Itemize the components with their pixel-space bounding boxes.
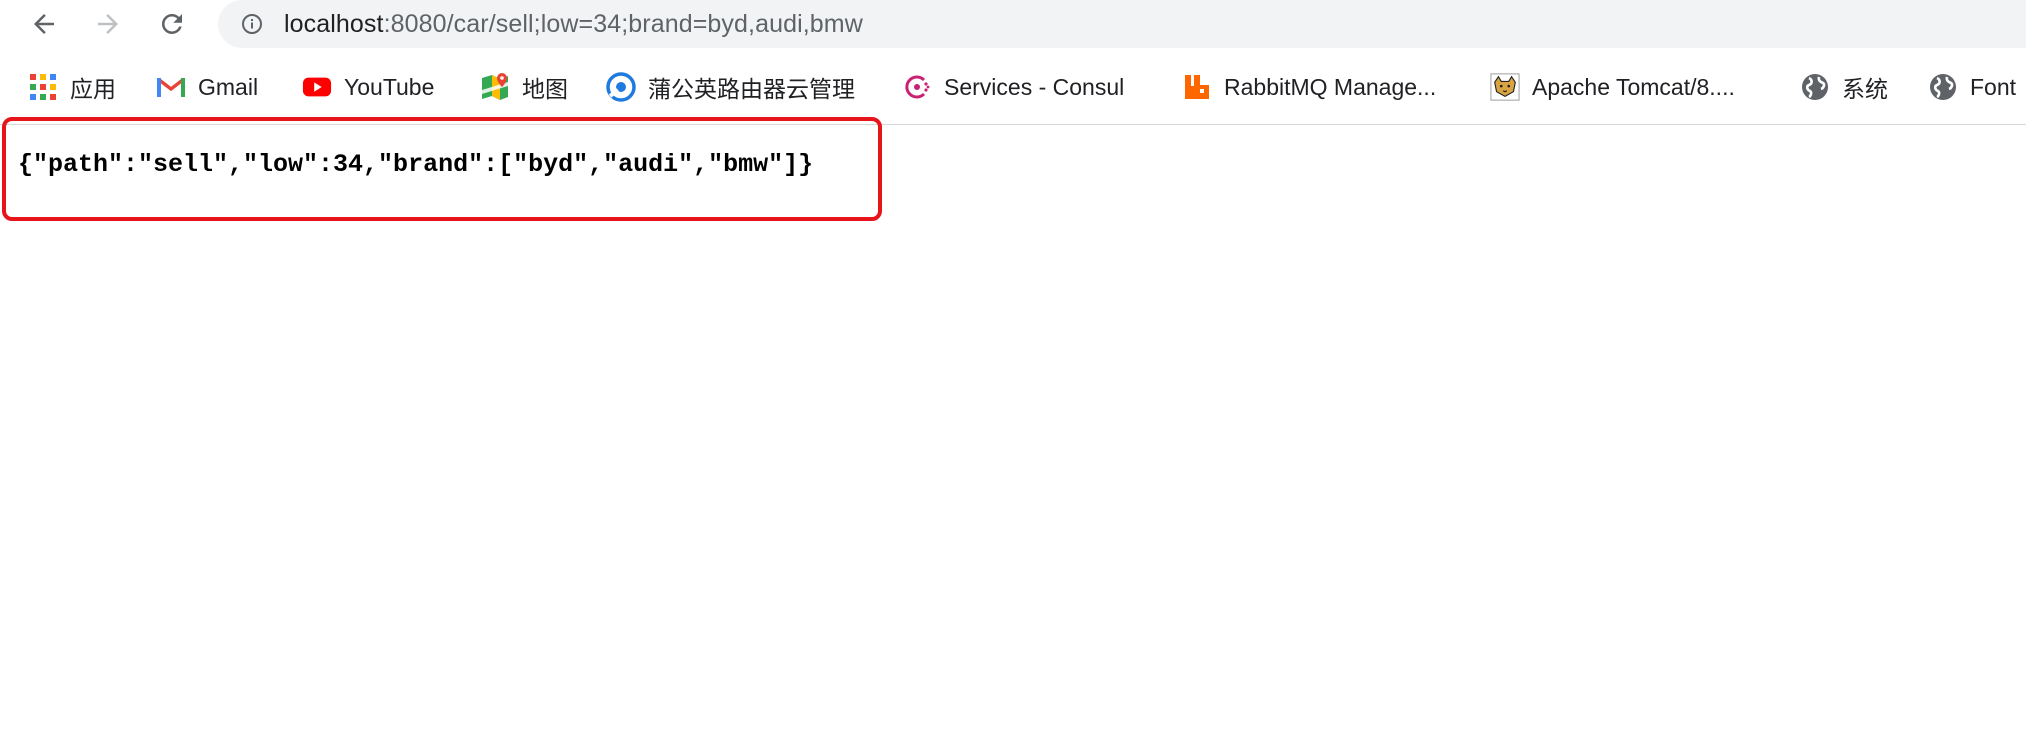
bookmark-youtube[interactable]: YouTube [302,62,434,112]
forward-button[interactable] [88,4,128,44]
bookmark-label: YouTube [344,73,435,100]
bookmark-font[interactable]: Font [1928,62,2016,112]
bookmark-label: 系统 [1842,76,1888,102]
bookmark-label: 蒲公英路由器云管理 [648,76,855,102]
bookmark-label: Apache Tomcat/8.... [1532,73,1735,100]
rabbitmq-icon [1182,72,1212,102]
globe-icon [1800,72,1830,102]
bookmark-label: 地图 [522,76,568,102]
arrow-left-icon [34,14,54,34]
globe-icon [1928,72,1958,102]
browser-toolbar: localhost:8080/car/sell;low=34;brand=byd… [0,0,2026,48]
bookmark-label: Font [1970,73,2017,100]
bookmark-apps[interactable]: 应用 [28,62,116,112]
consul-icon [902,72,932,102]
gmail-icon [156,72,186,102]
url-text[interactable]: localhost:8080/car/sell;low=34;brand=byd… [284,0,863,48]
tomcat-icon [1490,72,1520,102]
maps-icon [480,72,510,102]
bookmark-gmail[interactable]: Gmail [156,62,258,112]
back-button[interactable] [24,4,64,44]
apps-grid-icon [28,72,58,102]
youtube-icon [302,72,332,102]
arrow-right-icon [98,14,118,34]
bookmark-rabbitmq[interactable]: RabbitMQ Manage... [1182,62,1436,112]
reload-icon [161,13,182,34]
bookmark-label: RabbitMQ Manage... [1224,73,1437,100]
bookmark-consul[interactable]: Services - Consul [902,62,1124,112]
bookmark-label: Services - Consul [944,73,1125,100]
highlight-box [2,117,882,221]
bookmark-label: 应用 [70,76,116,102]
bookmark-label: Gmail [198,73,259,100]
bookmarks-bar: 应用 Gmail YouTube 地图 蒲公英路由器云管理 Services -… [0,62,2026,112]
reload-button[interactable] [152,4,192,44]
bookmark-system[interactable]: 系统 [1800,62,1888,112]
bookmark-pgy[interactable]: 蒲公英路由器云管理 [606,62,855,112]
address-bar[interactable]: localhost:8080/car/sell;low=34;brand=byd… [218,0,2026,48]
bookmark-maps[interactable]: 地图 [480,62,568,112]
bookmark-tomcat[interactable]: Apache Tomcat/8.... [1490,62,1735,112]
url-host: localhost [284,10,384,38]
info-icon[interactable] [240,12,264,36]
pgy-icon [606,72,636,102]
url-path: :8080/car/sell;low=34;brand=byd,audi,bmw [383,10,863,38]
